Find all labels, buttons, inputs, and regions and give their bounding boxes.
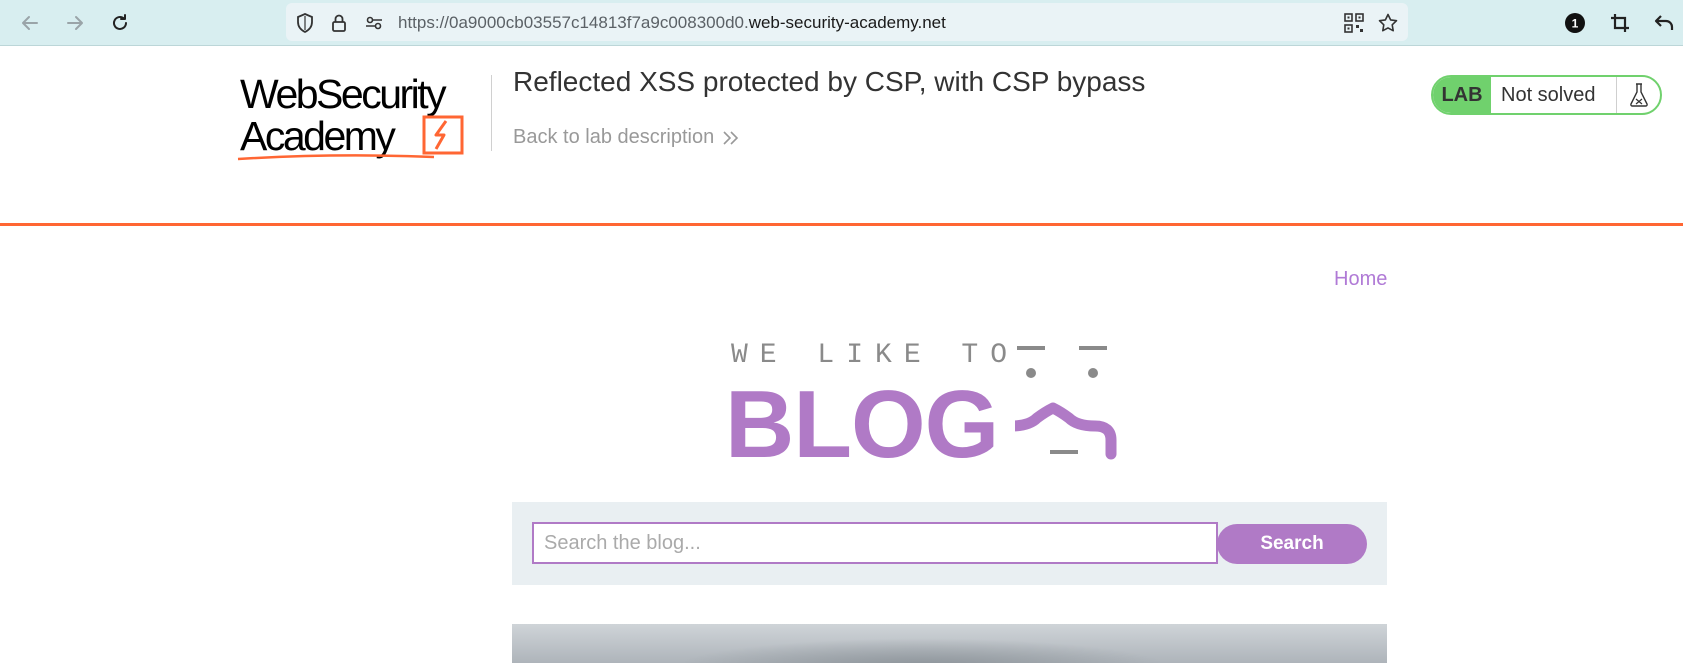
back-arrow-icon[interactable] (16, 9, 44, 37)
extension-badge-icon[interactable]: 1 (1561, 9, 1589, 37)
back-to-lab-description-link[interactable]: Back to lab description (513, 126, 740, 149)
blog-logo: WE LIKE TO BLOG (725, 330, 1175, 478)
address-bar[interactable]: https://0a9000cb03557c14813f7a9c008300d0… (286, 3, 1408, 41)
logo-line1: WebSecurity (240, 71, 447, 117)
academy-header: WebSecurity Academy Reflected XSS protec… (0, 47, 1683, 226)
star-icon[interactable] (1378, 13, 1398, 38)
flask-icon[interactable] (1616, 77, 1660, 113)
extension-badge-count: 1 (1572, 17, 1579, 31)
lab-status-widget: LAB Not solved (1431, 75, 1662, 115)
blog-tagline: WE LIKE TO (731, 340, 1020, 371)
search-button[interactable]: Search (1217, 524, 1367, 564)
search-panel: Search (512, 502, 1387, 585)
search-input[interactable] (532, 522, 1218, 564)
url-prefix: https://0a9000cb03557c14813f7a9c008300d0… (398, 13, 749, 32)
permissions-icon[interactable] (364, 13, 384, 38)
nav-home-link[interactable]: Home (1334, 268, 1387, 291)
url-domain: web-security-academy.net (748, 13, 946, 32)
header-divider (491, 75, 492, 151)
shield-icon[interactable] (296, 13, 314, 38)
forward-arrow-icon[interactable] (61, 9, 89, 37)
lab-status-text: Not solved (1501, 83, 1596, 106)
lock-icon[interactable] (330, 13, 348, 38)
reload-icon[interactable] (106, 9, 134, 37)
blog-face-icon (1015, 346, 1117, 460)
chevrons-right-icon (723, 130, 739, 145)
qr-code-icon[interactable] (1344, 13, 1364, 38)
back-link-label: Back to lab description (513, 126, 715, 148)
logo-bolt-icon (422, 115, 464, 155)
blog-brand: BLOG (725, 371, 999, 478)
lab-title: Reflected XSS protected by CSP, with CSP… (513, 66, 1146, 97)
web-security-academy-logo[interactable]: WebSecurity Academy (237, 71, 488, 161)
logo-underline (237, 154, 435, 161)
undo-icon[interactable] (1650, 9, 1678, 37)
blog-post-image[interactable] (512, 624, 1387, 663)
lab-badge: LAB (1433, 77, 1491, 113)
browser-toolbar: https://0a9000cb03557c14813f7a9c008300d0… (0, 0, 1683, 46)
crop-icon[interactable] (1606, 9, 1634, 37)
url-text[interactable]: https://0a9000cb03557c14813f7a9c008300d0… (398, 13, 946, 33)
